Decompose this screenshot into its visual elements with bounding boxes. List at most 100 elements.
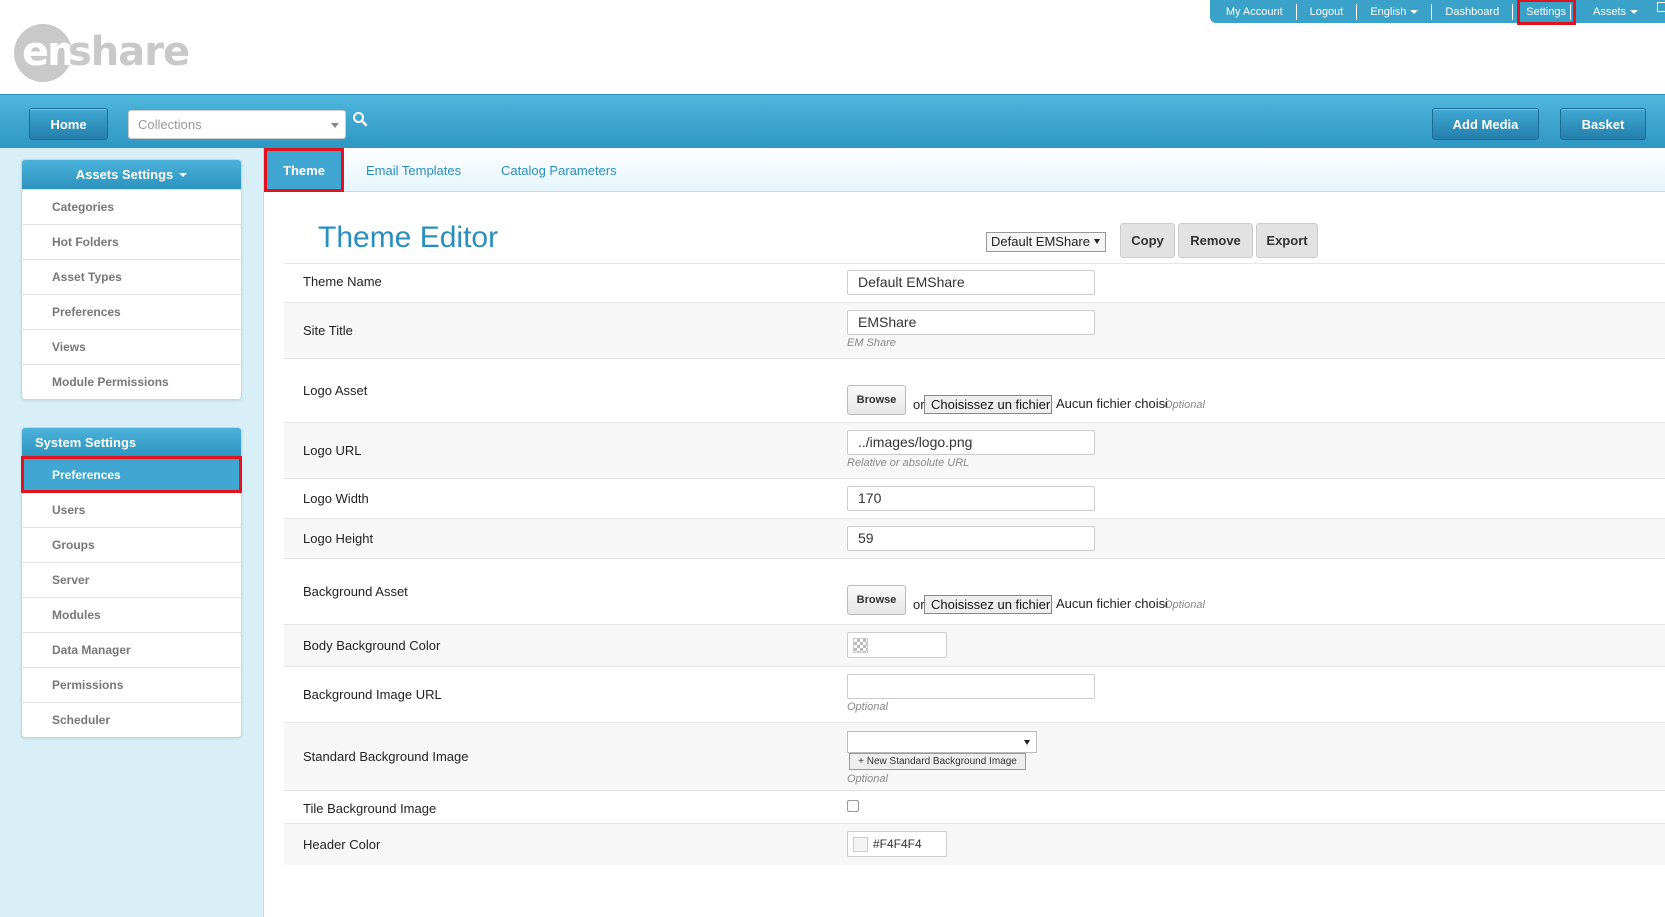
sidebar-item-modules[interactable]: Modules <box>22 597 241 632</box>
logo-asset-label: Logo Asset <box>303 383 368 398</box>
sidebar-item-asset-preferences[interactable]: Preferences <box>22 294 241 329</box>
tile-background-image-label: Tile Background Image <box>303 801 437 816</box>
standard-background-image-hint: Optional <box>847 773 888 785</box>
tab-catalog-parameters[interactable]: Catalog Parameters <box>501 148 617 192</box>
basket-button[interactable]: Basket <box>1560 108 1646 140</box>
sidebar-item-server[interactable]: Server <box>22 562 241 597</box>
copy-button[interactable]: Copy <box>1120 223 1175 258</box>
form-row-logo-width: Logo Width 170 <box>284 478 1665 518</box>
background-image-url-label: Background Image URL <box>303 687 442 702</box>
logo-url-input[interactable]: ../images/logo.png <box>847 430 1095 455</box>
my-account-link[interactable]: My Account <box>1213 3 1297 20</box>
chevron-down-icon <box>331 123 339 128</box>
form-row-theme-name: Theme Name Default EMShare <box>284 263 1665 302</box>
logo-share-text: share <box>68 29 190 75</box>
background-asset-or: or <box>913 597 925 612</box>
form-row-logo-asset: Logo Asset Browse or Choisissez un fichi… <box>284 358 1665 422</box>
logo-url-hint: Relative or absolute URL <box>847 457 970 469</box>
remove-button[interactable]: Remove <box>1178 223 1253 258</box>
chevron-down-icon <box>1410 9 1419 14</box>
sidebar-item-data-manager[interactable]: Data Manager <box>22 632 241 667</box>
logo-asset-file-button[interactable]: Choisissez un fichier <box>924 395 1052 414</box>
main-content: Theme Email Templates Catalog Parameters… <box>263 148 1665 917</box>
sidebar-item-hot-folders[interactable]: Hot Folders <box>22 224 241 259</box>
header-color-label: Header Color <box>303 837 381 852</box>
background-asset-no-file: Aucun fichier choisi <box>1056 596 1168 611</box>
theme-select[interactable]: Default EMShare <box>986 232 1106 252</box>
theme-name-label: Theme Name <box>303 274 382 289</box>
form-row-standard-background-image: Standard Background Image + New Standard… <box>284 722 1665 790</box>
topbar-edge-icon <box>1657 2 1665 12</box>
form-row-tile-background-image: Tile Background Image <box>284 790 1665 823</box>
form-row-site-title: Site Title EMShare EM Share <box>284 302 1665 358</box>
logo-url-label: Logo URL <box>303 443 362 458</box>
tab-email-templates[interactable]: Email Templates <box>366 148 461 192</box>
tab-bar: Theme Email Templates Catalog Parameters <box>264 148 1665 192</box>
logo-asset-or: or <box>913 397 925 412</box>
logo-asset-browse-button[interactable]: Browse <box>847 385 906 415</box>
header-color-swatch <box>853 837 868 852</box>
standard-background-image-select[interactable] <box>847 731 1037 753</box>
standard-background-image-label: Standard Background Image <box>303 749 469 764</box>
new-standard-background-image-button[interactable]: + New Standard Background Image <box>849 753 1026 770</box>
form-row-body-background-color: Body Background Color <box>284 624 1665 666</box>
system-settings-panel: System Settings Preferences Users Groups… <box>21 427 242 738</box>
background-image-url-input[interactable] <box>847 674 1095 699</box>
tile-background-image-checkbox[interactable] <box>847 800 859 812</box>
page-title: Theme Editor <box>318 221 499 254</box>
logo-width-input[interactable]: 170 <box>847 486 1095 511</box>
dashboard-link[interactable]: Dashboard <box>1432 3 1514 20</box>
form-row-logo-height: Logo Height 59 <box>284 518 1665 558</box>
assets-settings-panel: Assets Settings Categories Hot Folders A… <box>21 159 242 400</box>
background-image-url-hint: Optional <box>847 701 888 713</box>
form-row-logo-url: Logo URL ../images/logo.png Relative or … <box>284 422 1665 478</box>
form-row-background-asset: Background Asset Browse or Choisissez un… <box>284 558 1665 624</box>
sidebar-item-views[interactable]: Views <box>22 329 241 364</box>
sidebar-item-module-permissions[interactable]: Module Permissions <box>22 364 241 399</box>
collections-dropdown[interactable]: Collections <box>128 110 346 139</box>
language-menu[interactable]: English <box>1357 3 1433 20</box>
export-button[interactable]: Export <box>1256 223 1318 258</box>
logo-height-input[interactable]: 59 <box>847 526 1095 551</box>
body-background-color-picker[interactable] <box>847 632 947 658</box>
header-color-picker[interactable]: #F4F4F4 <box>847 831 947 857</box>
sidebar-item-system-preferences[interactable]: Preferences <box>21 456 242 493</box>
home-button[interactable]: Home <box>29 108 108 140</box>
site-title-label: Site Title <box>303 323 353 338</box>
top-utility-bar: My Account Logout English Dashboard Sett… <box>1210 0 1665 25</box>
sidebar-item-scheduler[interactable]: Scheduler <box>22 702 241 737</box>
add-media-button[interactable]: Add Media <box>1432 108 1539 140</box>
background-asset-optional: Optional <box>1164 599 1205 611</box>
sidebar-item-users[interactable]: Users <box>22 492 241 527</box>
theme-name-input[interactable]: Default EMShare <box>847 270 1095 295</box>
search-icon[interactable] <box>352 111 368 127</box>
chevron-down-icon <box>1094 239 1100 244</box>
form-row-background-image-url: Background Image URL Optional <box>284 666 1665 722</box>
background-asset-browse-button[interactable]: Browse <box>847 585 906 615</box>
chevron-down-icon <box>1630 9 1638 14</box>
background-asset-file-button[interactable]: Choisissez un fichier <box>924 595 1052 614</box>
tab-theme[interactable]: Theme <box>264 148 344 192</box>
assets-settings-header[interactable]: Assets Settings <box>22 160 241 189</box>
logo-asset-optional: Optional <box>1164 399 1205 411</box>
assets-settings-title: Assets Settings <box>75 167 174 182</box>
assets-menu[interactable]: Assets <box>1580 4 1651 20</box>
language-label: English <box>1370 5 1407 18</box>
background-asset-label: Background Asset <box>303 584 408 599</box>
sidebar-item-categories[interactable]: Categories <box>22 189 241 224</box>
sidebar-item-permissions[interactable]: Permissions <box>22 667 241 702</box>
chevron-down-icon <box>1024 740 1030 745</box>
sidebar-item-groups[interactable]: Groups <box>22 527 241 562</box>
theme-select-value: Default EMShare <box>991 234 1090 249</box>
transparent-swatch-icon <box>853 638 868 653</box>
emshare-logo[interactable]: em share <box>14 24 190 82</box>
site-title-input[interactable]: EMShare <box>847 310 1095 335</box>
system-settings-header[interactable]: System Settings <box>22 428 241 457</box>
sidebar-item-asset-types[interactable]: Asset Types <box>22 259 241 294</box>
body-background-color-label: Body Background Color <box>303 638 441 653</box>
header-color-value: #F4F4F4 <box>873 837 922 851</box>
settings-link[interactable]: Settings <box>1517 0 1576 25</box>
logo-width-label: Logo Width <box>303 491 369 506</box>
logout-link[interactable]: Logout <box>1297 3 1358 20</box>
sidebar: Assets Settings Categories Hot Folders A… <box>0 148 263 917</box>
